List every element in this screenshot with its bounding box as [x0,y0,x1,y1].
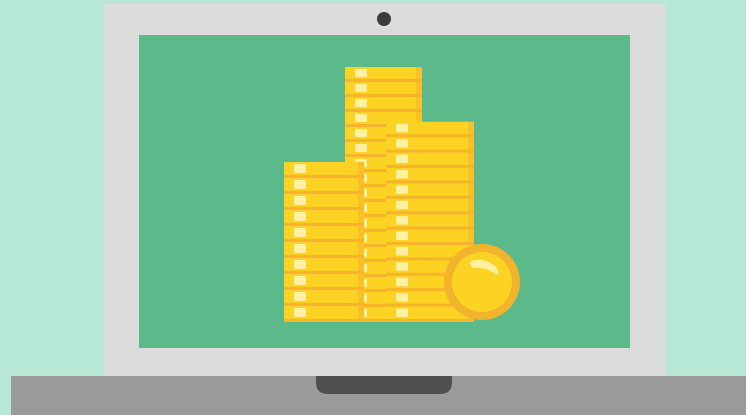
coin-layer-shine [294,276,306,285]
illustration-canvas [0,0,746,415]
coin-layer-shine [294,228,306,237]
coin-layer-shine [355,99,367,107]
coin-layer-shine [355,114,367,122]
laptop-base-notch [316,376,452,394]
coin-layer-shine [396,308,408,317]
coin-layer-shine [294,292,306,301]
coin-layer-shine [294,180,306,189]
coin-layer-shine [396,154,408,163]
coin-layer-shine [355,69,367,77]
coin-layer-shine [294,212,306,221]
coin-layer-shine [396,170,408,179]
coin-layer-shine [396,293,408,302]
coin-layer-shine [294,244,306,253]
stack-edge [358,162,364,322]
coin-layer-shine [294,196,306,205]
coin-layer-shine [396,231,408,240]
coin-layer-shine [355,144,367,152]
coin-stack-left [284,162,364,322]
coin-layer-shine [294,260,306,269]
gold-coin-icon [444,244,520,320]
coin-layer-shine [396,262,408,271]
coin-layer-shine [355,84,367,92]
coin-layer-shine [396,216,408,225]
coin-layer-shine [396,139,408,148]
webcam-icon [377,12,391,26]
coin-layer-shine [355,129,367,137]
coin-layer-shine [294,164,306,173]
coin-layer-shine [396,185,408,194]
coin-layer-shine [396,123,408,133]
coin-layer-shine [396,247,408,256]
coin-layer-shine [396,200,408,210]
coin-layer-shine [294,308,306,317]
coin-layer-shine [396,277,408,287]
laptop-coins-illustration [0,0,746,415]
